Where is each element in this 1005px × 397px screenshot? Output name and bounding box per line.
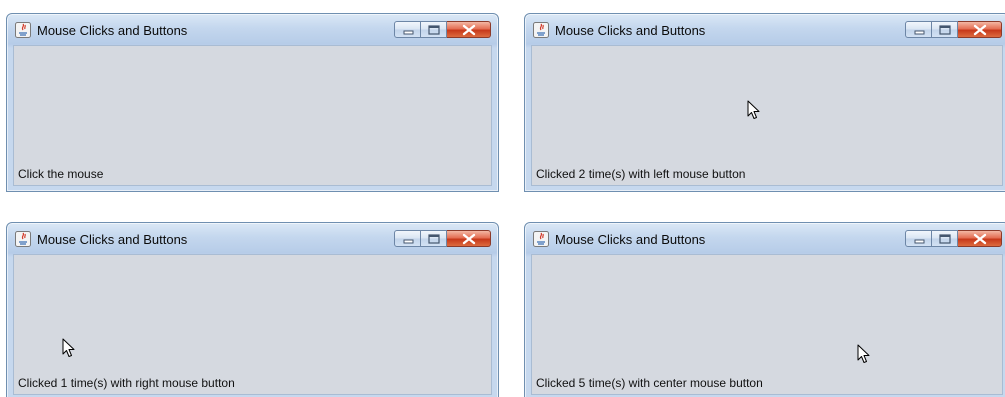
title-bar[interactable]: Mouse Clicks and Buttons	[525, 223, 1005, 255]
app-window-3[interactable]: Mouse Clicks and Buttons Clicked 1 time(…	[6, 222, 499, 397]
maximize-button[interactable]	[932, 21, 958, 38]
title-bar[interactable]: Mouse Clicks and Buttons	[7, 223, 498, 255]
java-app-icon	[533, 22, 549, 38]
minimize-icon	[403, 30, 414, 35]
java-app-icon	[15, 231, 31, 247]
content-panel[interactable]: Clicked 5 time(s) with center mouse butt…	[532, 255, 1002, 394]
minimize-button[interactable]	[394, 230, 421, 247]
mouse-pointer-icon	[747, 100, 760, 119]
status-label: Click the mouse	[18, 167, 104, 181]
status-label: Clicked 2 time(s) with left mouse button	[536, 167, 746, 181]
window-controls	[394, 21, 491, 40]
window-controls	[905, 230, 1002, 249]
maximize-icon	[428, 234, 440, 244]
window-title: Mouse Clicks and Buttons	[555, 232, 706, 247]
close-icon	[462, 233, 476, 245]
app-window-2[interactable]: Mouse Clicks and Buttons Clicked 2 time(…	[524, 13, 1005, 192]
java-app-icon	[15, 22, 31, 38]
content-panel[interactable]: Clicked 1 time(s) with right mouse butto…	[14, 255, 491, 394]
desktop: Mouse Clicks and Buttons Click the mouse	[0, 0, 1005, 397]
close-icon	[462, 24, 476, 36]
maximize-button[interactable]	[421, 230, 447, 247]
minimize-icon	[914, 239, 925, 244]
app-window-1[interactable]: Mouse Clicks and Buttons Click the mouse	[6, 13, 499, 192]
minimize-button[interactable]	[905, 230, 932, 247]
content-panel[interactable]: Clicked 2 time(s) with left mouse button	[532, 46, 1002, 185]
java-app-icon	[533, 231, 549, 247]
close-button[interactable]	[958, 230, 1002, 247]
close-icon	[973, 24, 987, 36]
window-title: Mouse Clicks and Buttons	[37, 232, 188, 247]
close-button[interactable]	[447, 21, 491, 38]
title-bar[interactable]: Mouse Clicks and Buttons	[7, 14, 498, 46]
mouse-pointer-icon	[62, 338, 75, 357]
minimize-button[interactable]	[394, 21, 421, 38]
status-label: Clicked 1 time(s) with right mouse butto…	[18, 376, 235, 390]
close-icon	[973, 233, 987, 245]
minimize-button[interactable]	[905, 21, 932, 38]
status-label: Clicked 5 time(s) with center mouse butt…	[536, 376, 763, 390]
maximize-icon	[939, 25, 951, 35]
mouse-pointer-icon	[857, 344, 870, 363]
minimize-icon	[403, 239, 414, 244]
app-window-4[interactable]: Mouse Clicks and Buttons Clicked 5 time(…	[524, 222, 1005, 397]
window-title: Mouse Clicks and Buttons	[555, 23, 706, 38]
title-bar[interactable]: Mouse Clicks and Buttons	[525, 14, 1005, 46]
close-button[interactable]	[447, 230, 491, 247]
window-controls	[394, 230, 491, 249]
window-title: Mouse Clicks and Buttons	[37, 23, 188, 38]
content-panel[interactable]: Click the mouse	[14, 46, 491, 185]
window-controls	[905, 21, 1002, 40]
maximize-button[interactable]	[932, 230, 958, 247]
maximize-button[interactable]	[421, 21, 447, 38]
close-button[interactable]	[958, 21, 1002, 38]
maximize-icon	[428, 25, 440, 35]
minimize-icon	[914, 30, 925, 35]
maximize-icon	[939, 234, 951, 244]
